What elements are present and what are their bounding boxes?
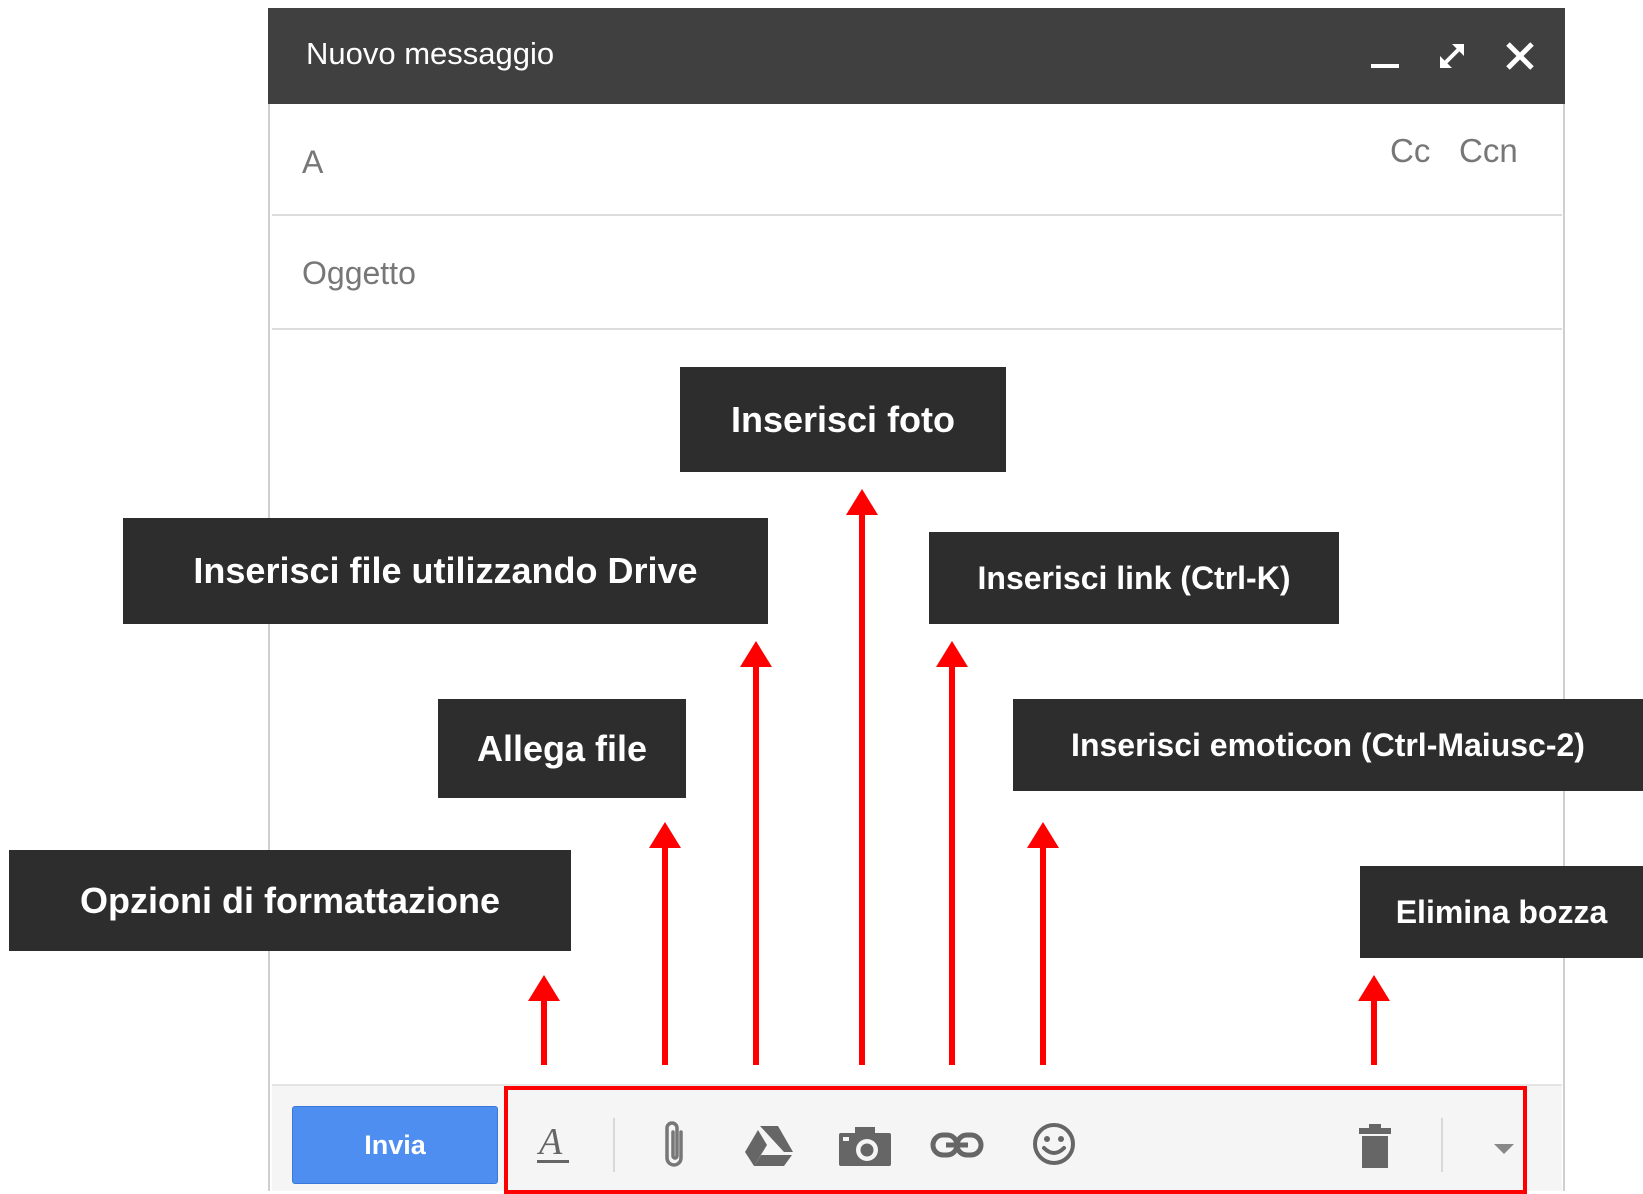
arrow-formatting bbox=[541, 999, 547, 1065]
arrow-photo bbox=[859, 513, 865, 1065]
arrow-attach bbox=[662, 846, 668, 1065]
fullscreen-icon[interactable] bbox=[1432, 36, 1472, 76]
send-button[interactable]: Invia bbox=[292, 1106, 498, 1184]
arrowhead bbox=[936, 641, 968, 667]
tooltip-insert-drive: Inserisci file utilizzando Drive bbox=[123, 518, 768, 624]
bcc-link[interactable]: Ccn bbox=[1459, 132, 1518, 170]
tooltip-attach-file: Allega file bbox=[438, 699, 686, 798]
arrow-link bbox=[949, 665, 955, 1065]
to-field[interactable]: A bbox=[272, 104, 1562, 216]
format-text-icon[interactable]: A bbox=[533, 1120, 573, 1168]
arrowhead bbox=[1358, 975, 1390, 1001]
subject-placeholder: Oggetto bbox=[302, 255, 416, 291]
arrow-delete bbox=[1371, 999, 1377, 1065]
tooltip-formatting-options: Opzioni di formattazione bbox=[9, 850, 571, 951]
tooltip-insert-emoticon: Inserisci emoticon (Ctrl-Maiusc-2) bbox=[1013, 699, 1643, 791]
cc-link[interactable]: Cc bbox=[1390, 132, 1430, 170]
arrowhead bbox=[528, 975, 560, 1001]
arrowhead bbox=[846, 489, 878, 515]
toolbar-separator bbox=[613, 1118, 615, 1172]
toolbar-separator bbox=[1441, 1118, 1443, 1172]
minimize-icon[interactable] bbox=[1365, 36, 1405, 76]
tooltip-delete-draft: Elimina bozza bbox=[1360, 866, 1643, 958]
chevron-down-icon[interactable] bbox=[1492, 1140, 1516, 1156]
arrowhead bbox=[740, 641, 772, 667]
drive-icon[interactable] bbox=[743, 1124, 795, 1168]
subject-field[interactable]: Oggetto bbox=[272, 218, 1562, 330]
trash-icon[interactable] bbox=[1355, 1122, 1395, 1170]
arrowhead bbox=[649, 822, 681, 848]
link-icon[interactable] bbox=[930, 1128, 984, 1162]
camera-icon[interactable] bbox=[837, 1124, 893, 1168]
arrowhead bbox=[1027, 822, 1059, 848]
to-label: A bbox=[302, 144, 324, 180]
svg-text:A: A bbox=[536, 1121, 563, 1163]
compose-title: Nuovo messaggio bbox=[306, 36, 555, 71]
compose-titlebar: Nuovo messaggio bbox=[268, 8, 1565, 104]
arrow-drive bbox=[753, 665, 759, 1065]
close-icon[interactable] bbox=[1500, 36, 1540, 76]
emoji-icon[interactable] bbox=[1030, 1120, 1078, 1168]
tooltip-insert-photo: Inserisci foto bbox=[680, 367, 1006, 472]
arrow-emoticon bbox=[1040, 846, 1046, 1065]
tooltip-insert-link: Inserisci link (Ctrl-K) bbox=[929, 532, 1339, 624]
attach-icon[interactable] bbox=[657, 1118, 693, 1172]
